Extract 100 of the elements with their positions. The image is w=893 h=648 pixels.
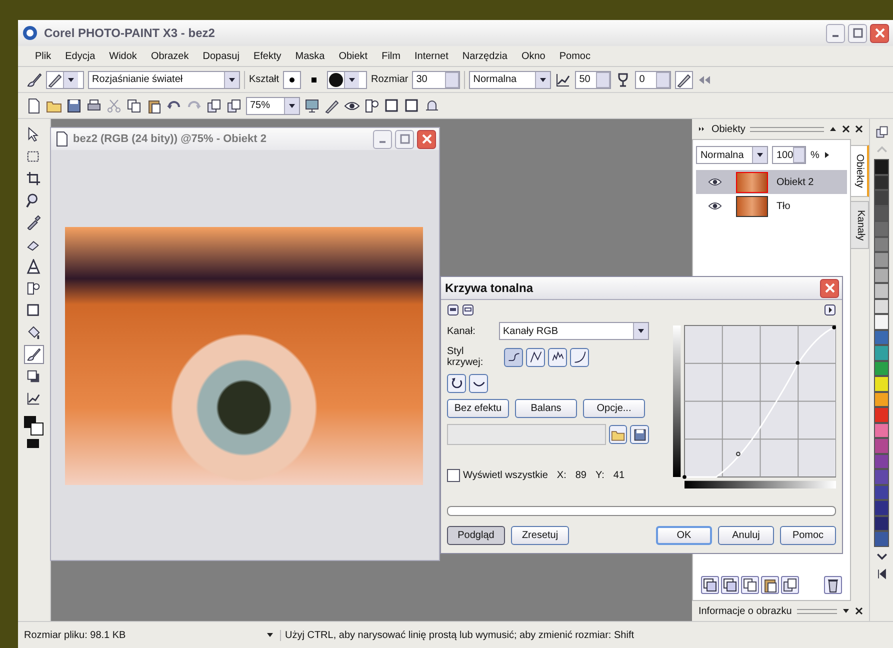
docker-tab[interactable]: Obiekty	[851, 145, 870, 197]
transparency-field[interactable]: 0	[635, 70, 672, 88]
color-swatch[interactable]	[874, 236, 890, 252]
color-swatch[interactable]	[874, 360, 890, 376]
color-swatch[interactable]	[874, 252, 890, 268]
menu-item[interactable]: Dopasuj	[196, 50, 246, 62]
palette-options-icon[interactable]	[874, 125, 889, 139]
brush-type-dropdown[interactable]	[46, 70, 84, 88]
size-field[interactable]: 30	[412, 70, 460, 88]
color-swatch[interactable]	[874, 298, 890, 314]
antialias-button[interactable]	[675, 70, 694, 88]
dialog-button[interactable]: Podgląd	[447, 526, 505, 545]
pen-icon[interactable]	[324, 98, 340, 114]
action-button[interactable]: Balans	[515, 399, 577, 418]
save-preset-button[interactable]	[630, 425, 650, 444]
brush-icon[interactable]	[26, 72, 42, 88]
color-swatch[interactable]	[874, 484, 890, 500]
close-button[interactable]	[870, 24, 889, 42]
menu-item[interactable]: Edycja	[58, 50, 102, 62]
color-swatch[interactable]	[874, 283, 890, 298]
preset-field[interactable]	[447, 424, 606, 445]
shapes-icon[interactable]	[364, 98, 380, 114]
color-swatch[interactable]	[874, 376, 890, 392]
color-swatch[interactable]	[874, 268, 890, 283]
close-button[interactable]	[820, 278, 839, 298]
flip-curve-button[interactable]	[469, 374, 488, 393]
layers-icon[interactable]	[701, 576, 720, 594]
minimize-button[interactable]	[373, 130, 392, 148]
channel-dropdown[interactable]: Kanały RGB	[499, 322, 649, 340]
layer-row[interactable]: Obiekt 2	[696, 170, 848, 194]
color-swatch[interactable]	[874, 469, 890, 484]
amount-field[interactable]: 50	[575, 70, 612, 88]
maximize-button[interactable]	[848, 24, 867, 42]
square-icon[interactable]	[384, 98, 400, 114]
color-swatch[interactable]	[874, 330, 890, 345]
preset-dropdown[interactable]: Rozjaśnianie świateł	[88, 70, 240, 88]
color-swatch[interactable]	[874, 314, 890, 330]
trash-icon[interactable]	[824, 576, 842, 594]
close-button[interactable]	[417, 130, 436, 148]
square-icon[interactable]	[404, 98, 420, 114]
dialog-button[interactable]: Pomoc	[780, 526, 836, 545]
menu-item[interactable]: Efekty	[246, 50, 288, 62]
docker-tab[interactable]: Kanały	[851, 200, 870, 250]
color-swatch[interactable]	[874, 174, 890, 190]
opacity-field[interactable]: 100	[772, 146, 806, 164]
action-button[interactable]: Opcje...	[583, 399, 645, 418]
mode-dropdown[interactable]: Normalna	[469, 70, 552, 88]
curve-style-button[interactable]	[570, 348, 589, 366]
dialog-button[interactable]: Zresetuj	[511, 526, 569, 545]
bell-icon[interactable]	[424, 98, 440, 114]
close-icon[interactable]	[842, 125, 850, 133]
window-stack-icon[interactable]	[781, 576, 800, 594]
color-swatch[interactable]	[874, 407, 890, 422]
copy-icon[interactable]	[741, 576, 760, 594]
open-preset-button[interactable]	[608, 425, 628, 444]
color-swatch-icon[interactable]	[22, 415, 45, 449]
color-swatch[interactable]	[874, 454, 890, 469]
curve-style-button[interactable]	[548, 348, 567, 366]
color-swatch[interactable]	[874, 422, 890, 438]
expand-icon[interactable]	[842, 607, 850, 615]
monitor-icon[interactable]	[304, 98, 320, 114]
color-swatch[interactable]	[874, 345, 890, 360]
menu-item[interactable]: Maska	[288, 50, 332, 62]
menu-item[interactable]: Internet	[407, 50, 456, 62]
layout-icon[interactable]	[447, 304, 459, 316]
color-swatch[interactable]	[874, 206, 890, 221]
copy-icon[interactable]	[126, 98, 142, 114]
action-button[interactable]: Bez efektu	[447, 399, 509, 418]
show-all-checkbox[interactable]	[447, 469, 460, 482]
curve-style-button[interactable]	[504, 348, 523, 366]
layout-icon[interactable]	[462, 304, 474, 316]
zoom-dropdown[interactable]: 75%	[246, 96, 300, 114]
dropdown-caret-icon[interactable]	[266, 631, 274, 639]
collapse-icon[interactable]	[829, 125, 838, 133]
blend-mode-dropdown[interactable]: Normalna	[696, 146, 768, 164]
color-swatch[interactable]	[874, 159, 890, 174]
minimize-button[interactable]	[826, 24, 845, 42]
menu-item[interactable]: Narzędzia	[455, 50, 514, 62]
close-icon[interactable]	[855, 607, 864, 615]
menu-item[interactable]: Okno	[514, 50, 552, 62]
layers-icon[interactable]	[721, 576, 740, 594]
nib-dropdown[interactable]	[327, 70, 368, 88]
color-swatch[interactable]	[874, 438, 890, 454]
layer-row[interactable]: Tło	[696, 194, 848, 218]
window-stack-icon[interactable]	[226, 98, 242, 114]
color-swatch[interactable]	[874, 516, 890, 531]
color-swatch[interactable]	[874, 500, 890, 516]
rotate-curve-button[interactable]	[447, 374, 466, 393]
window-stack-icon[interactable]	[206, 98, 222, 114]
maximize-button[interactable]	[395, 130, 414, 148]
menu-item[interactable]: Obrazek	[144, 50, 196, 62]
close-icon[interactable]	[855, 125, 864, 133]
menu-item[interactable]: Obiekt	[332, 50, 375, 62]
dialog-button[interactable]: Anuluj	[718, 526, 774, 545]
color-swatch[interactable]	[874, 531, 890, 546]
dialog-button[interactable]: OK	[656, 526, 712, 545]
menu-item[interactable]: Pomoc	[552, 50, 598, 62]
menu-arrow-icon[interactable]	[823, 151, 832, 159]
menu-item[interactable]: Film	[374, 50, 408, 62]
tool-button[interactable]	[24, 345, 44, 364]
